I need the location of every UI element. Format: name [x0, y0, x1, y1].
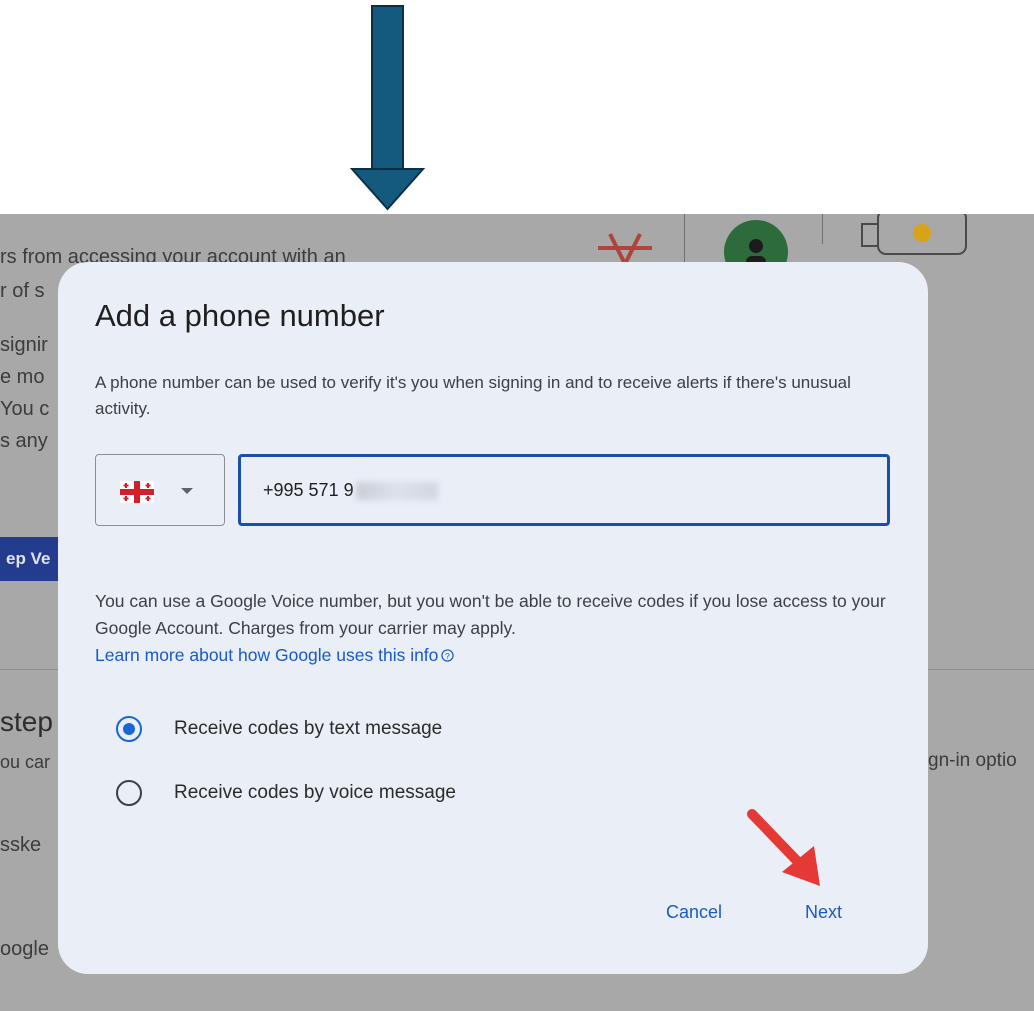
- pointer-arrow-icon: [747, 809, 820, 886]
- country-select[interactable]: [95, 454, 225, 526]
- learn-more-link[interactable]: Learn more about how Google uses this in…: [95, 645, 455, 665]
- bg-line: You c: [0, 398, 50, 420]
- dialog-description: A phone number can be used to verify it'…: [95, 373, 851, 418]
- bg-line: r of s: [0, 280, 45, 302]
- bg-section-heading: step: [0, 706, 53, 737]
- bg-line: s any: [0, 430, 48, 452]
- radio-button-unchecked[interactable]: [116, 780, 142, 806]
- next-button[interactable]: Next: [805, 902, 842, 923]
- chevron-down-icon: [181, 488, 193, 494]
- bg-setup-button: ep Ve: [0, 537, 60, 581]
- note-text: You can use a Google Voice number, but y…: [95, 591, 886, 638]
- phone-number-value: +995 571 9: [263, 480, 354, 500]
- redacted-digits: [355, 482, 438, 501]
- google-voice-note: You can use a Google Voice number, but y…: [95, 588, 895, 669]
- bg-line: sske: [0, 834, 42, 856]
- radio-text-message[interactable]: Receive codes by text message: [116, 716, 442, 742]
- bg-line: signir: [0, 334, 48, 356]
- bg-line: oogle: [0, 938, 49, 960]
- radio-label: Receive codes by voice message: [174, 782, 456, 803]
- annotation-down-arrow-icon: [350, 5, 425, 211]
- cancel-button[interactable]: Cancel: [666, 902, 722, 923]
- bg-line: gn-in optio: [928, 750, 1017, 771]
- radio-voice-message[interactable]: Receive codes by voice message: [116, 780, 456, 806]
- radio-label: Receive codes by text message: [174, 718, 443, 739]
- dialog-title: Add a phone number: [95, 298, 385, 333]
- georgia-flag-icon: [120, 481, 154, 503]
- bg-line: ou car: [0, 752, 51, 772]
- bg-line: e mo: [0, 366, 45, 388]
- phone-number-input[interactable]: +995 571 9: [238, 454, 890, 526]
- device-icon: [861, 214, 967, 255]
- help-icon: ?: [441, 649, 455, 662]
- radio-button-checked[interactable]: [116, 716, 142, 742]
- svg-text:?: ?: [446, 651, 451, 661]
